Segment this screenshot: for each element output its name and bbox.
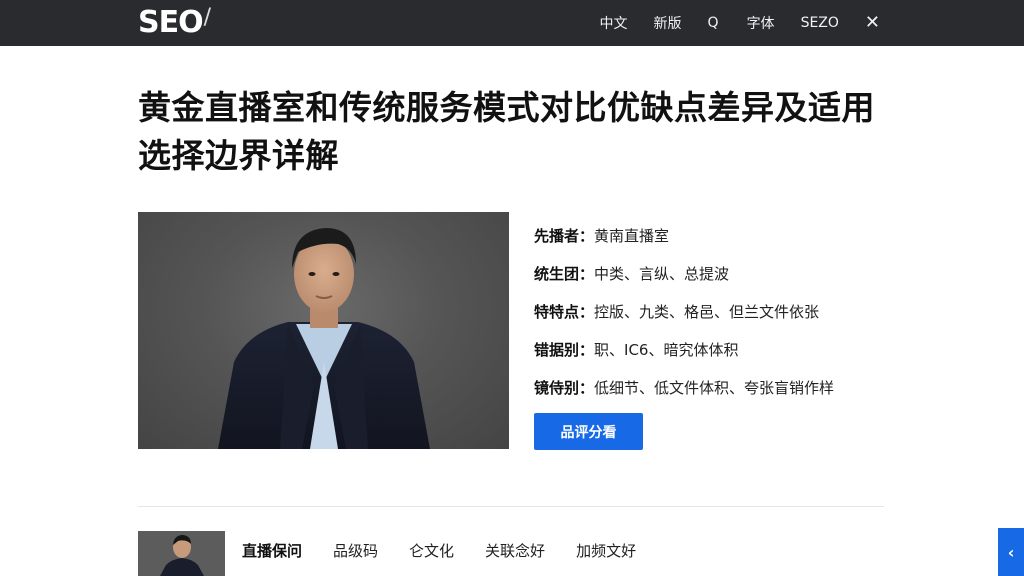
person-portrait-image: [218, 228, 430, 449]
spec-label: 先播者：: [534, 226, 595, 245]
close-icon[interactable]: ✕: [865, 14, 880, 32]
spec-label: 统生团：: [534, 264, 595, 283]
spec-row: 统生团： 中类、言纵、总提波: [534, 254, 894, 292]
top-bar: SEO/ 中文 新版 Q 字体 SEZO ✕: [0, 0, 1024, 46]
spec-value: 职、IC6、暗究体体积: [594, 340, 739, 359]
spec-label: 镜侍别：: [534, 378, 595, 397]
hero-photo: [138, 212, 509, 449]
spec-label: 错据别：: [534, 340, 595, 359]
tab-related[interactable]: 关联念好: [485, 540, 545, 561]
nav-item-seo[interactable]: SEZO: [801, 15, 839, 31]
bottom-tabs: 直播保问 品级码 仑文化 关联念好 加频文好: [242, 540, 667, 561]
cta-button[interactable]: 品评分看: [534, 413, 643, 450]
spec-value: 低细节、低文件体积、夸张盲销作样: [594, 378, 835, 397]
tab-grade-code[interactable]: 品级码: [333, 540, 378, 561]
spec-list: 先播者： 黄南直播室 统生团： 中类、言纵、总提波 特特点： 控版、九类、格邑、…: [534, 216, 894, 406]
spec-row: 特特点： 控版、九类、格邑、但兰文件依张: [534, 292, 894, 330]
spec-value: 中类、言纵、总提波: [594, 264, 730, 283]
tab-frequency[interactable]: 加频文好: [576, 540, 636, 561]
thumbnail-portrait-image: [138, 531, 225, 576]
logo-text: SEO: [138, 5, 204, 40]
logo-mark: /: [203, 5, 211, 30]
top-nav: 中文 新版 Q 字体 SEZO ✕: [600, 0, 1024, 46]
tab-culture[interactable]: 仑文化: [409, 540, 454, 561]
spec-value: 黄南直播室: [594, 226, 670, 245]
spec-row: 错据别： 职、IC6、暗究体体积: [534, 330, 894, 368]
search-icon[interactable]: Q: [708, 15, 719, 31]
page-title: 黄金直播室和传统服务模式对比优缺点差异及适用选择边界详解: [138, 88, 875, 175]
spec-row: 镜侍别： 低细节、低文件体积、夸张盲销作样: [534, 368, 894, 406]
thumbnail-image[interactable]: [138, 531, 225, 576]
spec-label: 特特点：: [534, 302, 595, 321]
spec-row: 先播者： 黄南直播室: [534, 216, 894, 254]
tab-live-guarantee[interactable]: 直播保问: [242, 540, 302, 561]
site-logo[interactable]: SEO/: [138, 5, 211, 44]
spec-value: 控版、九类、格邑、但兰文件依张: [594, 302, 820, 321]
nav-item-new-version[interactable]: 新版: [654, 13, 682, 33]
chevron-left-icon[interactable]: ‹: [998, 528, 1024, 576]
nav-item-language[interactable]: 中文: [600, 13, 628, 33]
nav-item-font[interactable]: 字体: [747, 13, 775, 33]
divider: [138, 506, 884, 507]
